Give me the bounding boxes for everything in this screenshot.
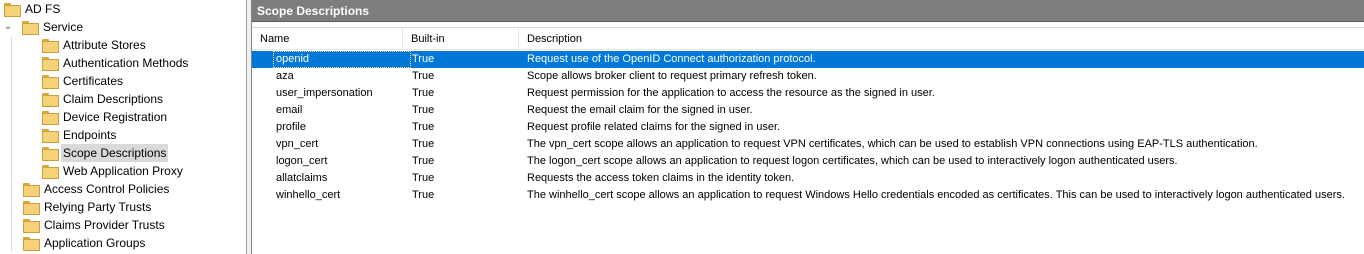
row-name: profile xyxy=(276,121,306,133)
row-built-in: True xyxy=(412,172,435,184)
row-description: Request permission for the application t… xyxy=(527,87,935,99)
tree-guide-line xyxy=(11,36,12,252)
tree-item-relying-party-trusts[interactable]: Relying Party Trusts xyxy=(23,198,153,216)
tree-item-label: Scope Descriptions xyxy=(61,144,169,162)
row-name: aza xyxy=(276,70,294,82)
table-row[interactable]: email True Request the email claim for t… xyxy=(252,102,1364,119)
row-name: allatclaims xyxy=(276,172,328,184)
console-tree: AD FS ⌄ Service Attribute Stores Authent… xyxy=(0,0,247,254)
row-name: email xyxy=(276,104,303,116)
row-description: Request use of the OpenID Connect author… xyxy=(527,53,816,65)
folder-icon xyxy=(22,21,39,35)
tree-item-label: Access Control Policies xyxy=(44,182,170,196)
row-built-in: True xyxy=(412,189,435,201)
row-built-in: True xyxy=(412,138,435,150)
row-description: Request profile related claims for the s… xyxy=(527,121,781,133)
folder-icon xyxy=(42,147,59,161)
tree-item-endpoints[interactable]: Endpoints xyxy=(42,126,118,144)
tree-item-authentication-methods[interactable]: Authentication Methods xyxy=(42,54,190,72)
folder-icon xyxy=(23,201,40,215)
row-built-in: True xyxy=(412,121,435,133)
row-description: The winhello_cert scope allows an applic… xyxy=(527,189,1345,201)
folder-icon xyxy=(23,237,40,251)
folder-icon xyxy=(42,93,59,107)
tree-item-label: Claims Provider Trusts xyxy=(44,218,165,232)
tree-item-application-groups[interactable]: Application Groups xyxy=(23,234,147,252)
folder-icon xyxy=(42,165,59,179)
tree-item-access-control-policies[interactable]: Access Control Policies xyxy=(23,180,171,198)
folder-icon xyxy=(23,183,40,197)
chevron-down-icon[interactable]: ⌄ xyxy=(2,18,14,36)
row-description: Request the email claim for the signed i… xyxy=(527,104,753,116)
row-built-in: True xyxy=(412,155,435,167)
folder-icon xyxy=(4,3,21,17)
table-row[interactable]: aza True Scope allows broker client to r… xyxy=(252,68,1364,85)
tree-item-claims-provider-trusts[interactable]: Claims Provider Trusts xyxy=(23,216,167,234)
folder-icon xyxy=(42,57,59,71)
row-description: Scope allows broker client to request pr… xyxy=(527,70,817,82)
tree-item-attribute-stores[interactable]: Attribute Stores xyxy=(42,36,148,54)
table-row[interactable]: winhello_cert True The winhello_cert sco… xyxy=(252,187,1364,204)
folder-icon xyxy=(42,75,59,89)
folder-icon xyxy=(42,111,59,125)
tree-item-claim-descriptions[interactable]: Claim Descriptions xyxy=(42,90,165,108)
row-name: winhello_cert xyxy=(276,189,341,201)
tree-item-label: Certificates xyxy=(63,74,124,88)
row-name: logon_cert xyxy=(276,155,328,167)
results-pane: Scope Descriptions Name Built-in Descrip… xyxy=(251,0,1364,254)
tree-item-device-registration[interactable]: Device Registration xyxy=(42,108,169,126)
row-description: The logon_cert scope allows an applicati… xyxy=(527,155,1178,167)
table-row[interactable]: allatclaims True Requests the access tok… xyxy=(252,170,1364,187)
tree-item-label: Relying Party Trusts xyxy=(44,200,152,214)
row-built-in: True xyxy=(412,53,435,65)
row-name: vpn_cert xyxy=(276,138,319,150)
pane-title: Scope Descriptions xyxy=(252,0,1364,22)
tree-item-label: Web Application Proxy xyxy=(63,164,183,178)
folder-icon xyxy=(23,219,40,233)
tree-item-adfs[interactable]: AD FS xyxy=(4,0,62,18)
tree-item-label: Claim Descriptions xyxy=(63,92,164,106)
column-header-description[interactable]: Description xyxy=(519,28,1364,50)
column-header-built-in[interactable]: Built-in xyxy=(403,28,519,50)
row-description: The vpn_cert scope allows an application… xyxy=(527,138,1258,150)
row-name: openid xyxy=(273,51,411,68)
tree-item-label: Application Groups xyxy=(44,236,146,250)
folder-icon xyxy=(42,39,59,53)
tree-item-label: Attribute Stores xyxy=(63,38,146,52)
table-row[interactable]: user_impersonation True Request permissi… xyxy=(252,85,1364,102)
tree-item-label: Endpoints xyxy=(63,128,117,142)
tree-item-certificates[interactable]: Certificates xyxy=(42,72,125,90)
row-built-in: True xyxy=(412,87,435,99)
tree-item-scope-descriptions[interactable]: Scope Descriptions xyxy=(42,144,169,162)
row-built-in: True xyxy=(412,70,435,82)
row-description: Requests the access token claims in the … xyxy=(527,172,795,184)
row-name: user_impersonation xyxy=(276,87,373,99)
tree-item-label: Service xyxy=(43,20,84,34)
tree-item-web-application-proxy[interactable]: Web Application Proxy xyxy=(42,162,185,180)
table-row[interactable]: openid True Request use of the OpenID Co… xyxy=(252,51,1364,68)
tree-item-label: Device Registration xyxy=(63,110,168,124)
table-row[interactable]: logon_cert True The logon_cert scope all… xyxy=(252,153,1364,170)
table-row[interactable]: vpn_cert True The vpn_cert scope allows … xyxy=(252,136,1364,153)
column-header-name[interactable]: Name xyxy=(252,28,403,50)
folder-icon xyxy=(42,129,59,143)
tree-item-label: AD FS xyxy=(25,2,61,16)
tree-item-service[interactable]: ⌄ Service xyxy=(2,18,85,36)
row-built-in: True xyxy=(412,104,435,116)
tree-item-label: Authentication Methods xyxy=(63,56,189,70)
table-row[interactable]: profile True Request profile related cla… xyxy=(252,119,1364,136)
list-column-headers: Name Built-in Description xyxy=(252,28,1364,50)
